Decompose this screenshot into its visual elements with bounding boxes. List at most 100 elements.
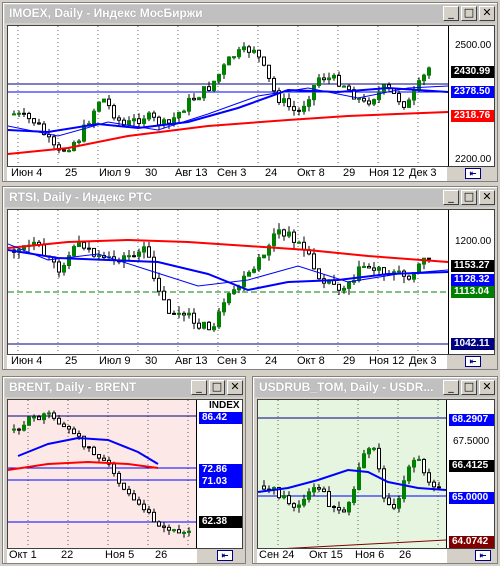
candle-body <box>182 312 186 316</box>
brent-xtick-label: Окт 1 <box>9 549 37 561</box>
maximize-button[interactable]: □ <box>461 6 477 21</box>
candle-body <box>97 101 101 112</box>
candle-body <box>317 268 321 280</box>
candle-body <box>62 265 66 273</box>
candle-body <box>62 423 66 428</box>
candle-body <box>102 98 106 103</box>
close-button[interactable]: ✕ <box>479 380 495 395</box>
candle-body <box>42 413 46 421</box>
rtsi-titlebar[interactable]: RTSI, Daily - Индекс РТС _ □ ✕ <box>5 189 495 207</box>
brent-title: BRENT, Daily - BRENT <box>9 380 137 394</box>
candle-body <box>347 501 351 513</box>
candle-body <box>327 77 331 81</box>
candle-body <box>167 119 171 124</box>
candle-body <box>222 64 226 75</box>
candle-body <box>82 241 86 249</box>
candle-body <box>332 506 336 509</box>
candle-body <box>107 98 111 107</box>
candle-body <box>382 468 386 499</box>
close-button[interactable]: ✕ <box>227 380 243 395</box>
brent-plot-area[interactable]: INDEX 86.42 72.86 71.03 62.38 <box>7 399 243 549</box>
minimize-button[interactable]: _ <box>443 6 459 21</box>
moving-average-line <box>258 468 447 493</box>
candle-body <box>67 150 71 153</box>
candle-body <box>72 428 76 435</box>
candle-body <box>142 246 146 253</box>
candle-body <box>217 73 221 82</box>
candle-body <box>142 503 146 511</box>
candle-body <box>42 244 46 257</box>
minimize-button[interactable]: _ <box>443 380 459 395</box>
close-button[interactable]: ✕ <box>479 6 495 21</box>
candle-body <box>427 472 431 483</box>
imoex-plot-area[interactable]: 2500.00 2430.99 2378.50 2318.76 2200.00 <box>7 25 495 167</box>
candle-body <box>37 416 41 421</box>
candle-body <box>407 466 411 482</box>
candle-body <box>32 118 36 124</box>
candle-body <box>187 530 191 533</box>
scroll-end-icon[interactable]: ⇤ <box>217 550 233 561</box>
scroll-end-icon[interactable]: ⇤ <box>475 550 491 561</box>
candle-body <box>262 254 266 259</box>
imoex-chart-window[interactable]: IMOEX, Daily - Индекс МосБиржи _ □ ✕ 250… <box>2 2 498 182</box>
rtsi-level-tag: 1113.04 <box>451 286 494 298</box>
candle-body <box>402 101 406 108</box>
moving-average-line <box>17 436 159 465</box>
imoex-titlebar[interactable]: IMOEX, Daily - Индекс МосБиржи _ □ ✕ <box>5 5 495 23</box>
maximize-button[interactable]: □ <box>461 190 477 205</box>
rtsi-xtick-label: Июн 4 <box>11 355 43 367</box>
brent-chart-window[interactable]: BRENT, Daily - BRENT _ □ ✕ INDEX 86.42 7… <box>2 376 246 564</box>
candle-body <box>137 118 141 124</box>
scroll-end-icon[interactable]: ⇤ <box>465 168 481 179</box>
candle-body <box>317 77 321 86</box>
minimize-button[interactable]: _ <box>191 380 207 395</box>
candle-body <box>292 106 296 111</box>
candle-body <box>272 77 276 92</box>
candle-body <box>97 255 101 258</box>
imoex-xtick-label: Дек 3 <box>409 167 437 179</box>
candle-body <box>402 480 406 500</box>
rtsi-ytick: 1200.00 <box>455 236 492 247</box>
candle-body <box>192 312 196 324</box>
maximize-button[interactable]: □ <box>209 380 225 395</box>
imoex-xtick-label: 25 <box>65 167 78 179</box>
candle-body <box>82 124 86 142</box>
candle-body <box>172 117 176 124</box>
candle-body <box>192 97 196 101</box>
brent-xtick-label: 22 <box>61 549 74 561</box>
rtsi-xtick-label: 24 <box>265 355 278 367</box>
candle-body <box>122 482 126 490</box>
candle-body <box>87 247 91 250</box>
imoex-ma-slow-tag: 2318.76 <box>451 110 494 122</box>
candle-body <box>67 426 71 430</box>
rtsi-plot-area[interactable]: 1200.00 1153.27 1128.32 1113.04 1042.11 <box>7 209 495 355</box>
scroll-end-icon[interactable]: ⇤ <box>465 356 481 367</box>
candle-body <box>137 499 141 505</box>
candle-body <box>77 433 81 437</box>
minimize-button[interactable]: _ <box>443 190 459 205</box>
usdrub-titlebar[interactable]: USDRUB_TOM, Daily - USDR... _ □ ✕ <box>255 379 495 397</box>
usdrub-level-tag: 65.0000 <box>449 492 494 504</box>
maximize-button[interactable]: □ <box>461 380 477 395</box>
candle-body <box>22 112 26 115</box>
candle-body <box>357 97 361 100</box>
candle-body <box>302 105 306 112</box>
candle-body <box>152 256 156 279</box>
candle-body <box>177 111 181 119</box>
candle-body <box>132 493 136 501</box>
candle-body <box>232 56 236 59</box>
candle-body <box>282 229 286 237</box>
candle-body <box>137 251 141 257</box>
candle-body <box>262 485 266 490</box>
rtsi-xtick-label: 25 <box>65 355 78 367</box>
candle-body <box>127 488 131 495</box>
candle-body <box>57 261 61 273</box>
usdrub-plot-area[interactable]: 68.2907 67.5000 66.4125 65.0000 64.0742 <box>257 399 495 549</box>
candle-body <box>252 268 256 273</box>
close-button[interactable]: ✕ <box>479 190 495 205</box>
usdrub-chart-window[interactable]: USDRUB_TOM, Daily - USDR... _ □ ✕ 68.290… <box>252 376 498 564</box>
brent-titlebar[interactable]: BRENT, Daily - BRENT _ □ ✕ <box>5 379 243 397</box>
rtsi-candles <box>8 210 449 354</box>
rtsi-chart-window[interactable]: RTSI, Daily - Индекс РТС _ □ ✕ 1200.00 1… <box>2 186 498 370</box>
imoex-xtick-label: Сен 3 <box>217 167 247 179</box>
